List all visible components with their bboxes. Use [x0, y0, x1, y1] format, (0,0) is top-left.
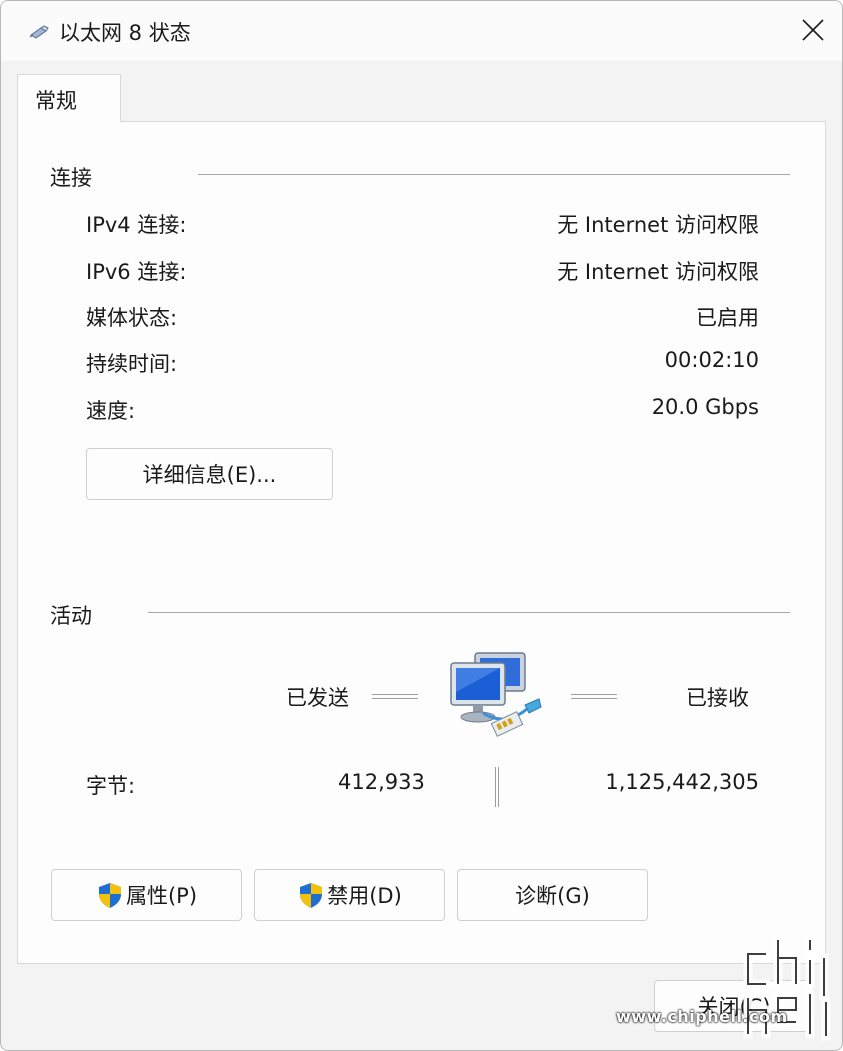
- general-panel: 连接 IPv4 连接: 无 Internet 访问权限 IPv6 连接: 无 I…: [17, 121, 826, 964]
- group-title-activity: 活动: [50, 604, 92, 628]
- sent-label: 已发送: [286, 686, 349, 710]
- network-computers-icon: [450, 652, 542, 737]
- ipv4-label: IPv4 连接:: [86, 213, 187, 237]
- ipv6-value: 无 Internet 访问权限: [557, 260, 759, 284]
- sent-activity-indicator: [372, 694, 418, 699]
- title-bar: 以太网 8 状态: [1, 1, 842, 61]
- close-window-button[interactable]: [784, 1, 842, 59]
- close-icon: [802, 19, 824, 41]
- ipv6-label: IPv6 连接:: [86, 260, 187, 284]
- group-divider: [148, 612, 790, 613]
- tab-label: 常规: [35, 89, 77, 113]
- media-state-value: 已启用: [696, 306, 759, 330]
- speed-value: 20.0 Gbps: [651, 395, 759, 419]
- status-dialog: 以太网 8 状态 常规 连接 IPv4 连接: 无 Internet 访问权限 …: [0, 0, 843, 1051]
- properties-button[interactable]: 属性(P): [51, 869, 242, 921]
- disable-button[interactable]: 禁用(D): [254, 869, 445, 921]
- received-activity-indicator: [571, 694, 617, 699]
- duration-value: 00:02:10: [664, 348, 759, 372]
- tab-general[interactable]: 常规: [17, 74, 121, 122]
- bytes-label: 字节:: [86, 774, 136, 798]
- watermark-url: www.chiphell.com: [616, 1007, 788, 1026]
- ipv4-value: 无 Internet 访问权限: [557, 213, 759, 237]
- bytes-divider: [495, 767, 499, 807]
- window-title: 以太网 8 状态: [59, 21, 191, 45]
- uac-shield-icon: [300, 883, 323, 908]
- received-label: 已接收: [686, 686, 749, 710]
- media-state-label: 媒体状态:: [86, 306, 178, 330]
- bytes-sent-value: 412,933: [338, 770, 425, 794]
- speed-label: 速度:: [86, 399, 136, 423]
- uac-shield-icon: [98, 883, 121, 908]
- group-title-connection: 连接: [50, 166, 92, 190]
- properties-button-label: 属性(P): [125, 884, 198, 908]
- duration-label: 持续时间:: [86, 352, 178, 376]
- disable-button-label: 禁用(D): [327, 884, 402, 908]
- bytes-received-value: 1,125,442,305: [605, 770, 759, 794]
- group-divider: [198, 174, 790, 175]
- network-adapter-icon: [29, 25, 49, 39]
- diagnose-button[interactable]: 诊断(G): [457, 869, 648, 921]
- details-button[interactable]: 详细信息(E)...: [86, 448, 333, 500]
